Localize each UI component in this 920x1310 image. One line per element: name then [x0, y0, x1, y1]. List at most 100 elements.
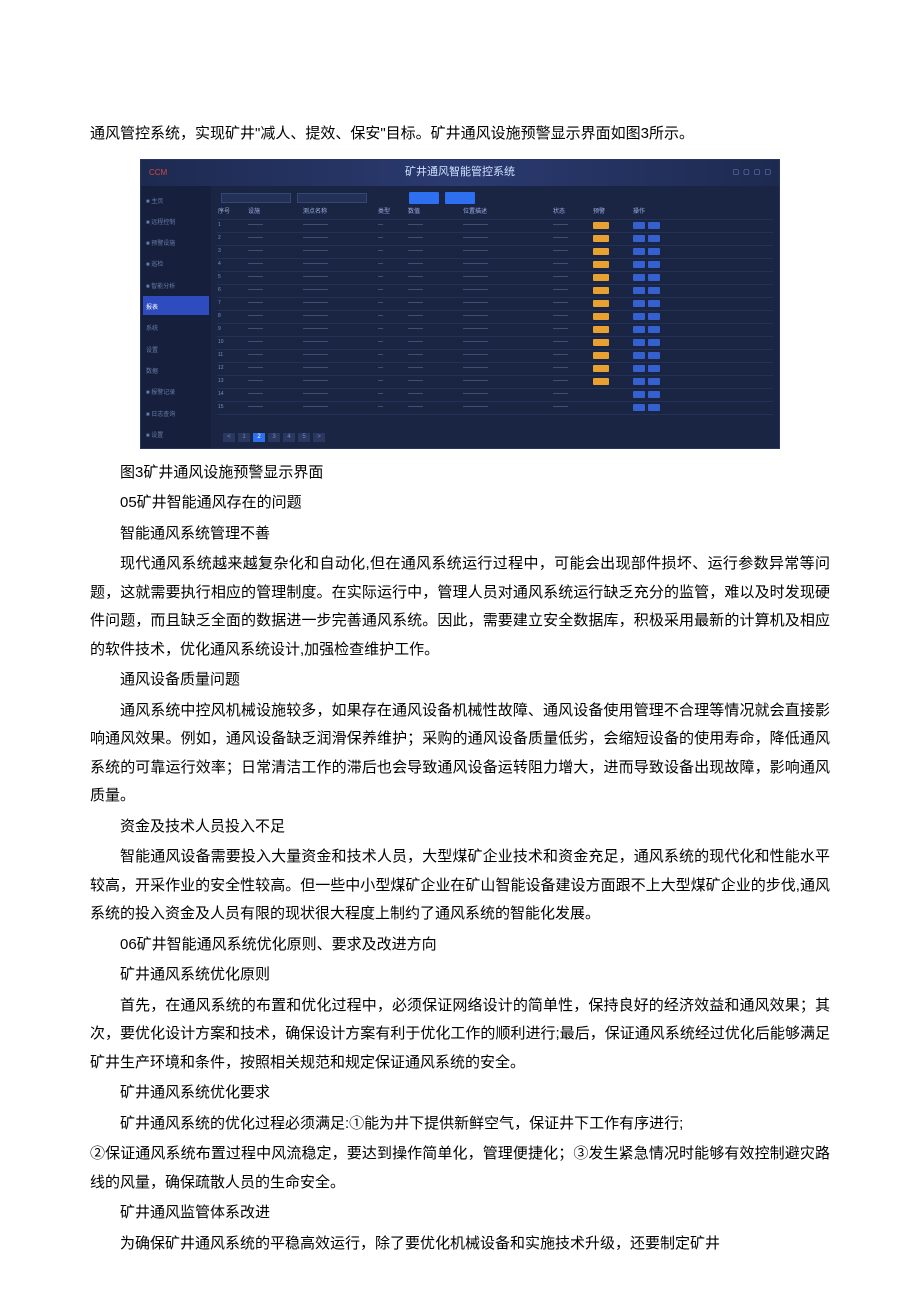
pager-page-active[interactable]: 2	[253, 433, 265, 442]
row-action-button[interactable]	[648, 339, 660, 346]
table-row[interactable]: 8————————————————————	[217, 311, 773, 324]
table-cell	[592, 300, 632, 307]
table-row[interactable]: 12————————————————————	[217, 363, 773, 376]
row-action-button[interactable]	[633, 300, 645, 307]
search-button[interactable]	[409, 192, 439, 204]
row-action-button[interactable]	[648, 352, 660, 359]
table-cell: —————	[302, 390, 377, 400]
pager-page[interactable]: 3	[268, 433, 280, 442]
sidebar-item[interactable]: 设置	[143, 339, 209, 358]
table-cell: ———	[247, 260, 302, 270]
sidebar-item[interactable]: ■ 巡检	[143, 253, 209, 272]
table-cell: ———	[407, 390, 462, 400]
tool-icon[interactable]: ▢	[743, 166, 750, 179]
row-action-button[interactable]	[633, 352, 645, 359]
subheading: 智能通风系统管理不善	[90, 520, 830, 549]
table-cell: —	[377, 247, 407, 257]
table-cell: —————	[302, 286, 377, 296]
row-action-button[interactable]	[633, 313, 645, 320]
reset-button[interactable]	[445, 192, 475, 204]
table-cell: ———	[247, 312, 302, 322]
table-row[interactable]: 10————————————————————	[217, 337, 773, 350]
row-action-button[interactable]	[633, 404, 645, 411]
row-action-button[interactable]	[648, 274, 660, 281]
table-cell: 13	[217, 377, 247, 387]
sidebar-item[interactable]: 数据	[143, 360, 209, 379]
pager-prev[interactable]: <	[223, 433, 235, 442]
pager-next[interactable]: >	[313, 433, 325, 442]
sidebar-item[interactable]: ■ 报警记录	[143, 381, 209, 400]
row-action-button[interactable]	[648, 326, 660, 333]
table-row[interactable]: 13————————————————————	[217, 376, 773, 389]
sidebar-item-active[interactable]: 报表	[143, 296, 209, 315]
warning-badge	[593, 287, 609, 294]
table-cell: ———	[407, 364, 462, 374]
table-row[interactable]: 15————————————————————	[217, 402, 773, 415]
table-row[interactable]: 1————————————————————	[217, 220, 773, 233]
row-action-button[interactable]	[648, 404, 660, 411]
tool-icon[interactable]: ▢	[733, 166, 740, 179]
table-row[interactable]: 5————————————————————	[217, 272, 773, 285]
row-action-button[interactable]	[633, 248, 645, 255]
pager-page[interactable]: 1	[238, 433, 250, 442]
table-cell	[592, 365, 632, 372]
sidebar-item[interactable]: ■ 远程控制	[143, 211, 209, 230]
warning-badge	[593, 339, 609, 346]
nav-sidebar: ■ 主页 ■ 远程控制 ■ 预警设施 ■ 巡检 ■ 智能分析 报表 系统 设置 …	[141, 186, 211, 448]
table-row[interactable]: 7————————————————————	[217, 298, 773, 311]
table-cell	[632, 378, 692, 385]
pager-page[interactable]: 4	[283, 433, 295, 442]
sidebar-item[interactable]: ■ 设置	[143, 424, 209, 443]
table-cell	[632, 404, 692, 411]
row-action-button[interactable]	[648, 365, 660, 372]
row-action-button[interactable]	[648, 391, 660, 398]
row-action-button[interactable]	[648, 378, 660, 385]
table-cell: ———	[247, 403, 302, 413]
table-cell: —	[377, 221, 407, 231]
table-cell	[592, 378, 632, 385]
row-action-button[interactable]	[648, 261, 660, 268]
sidebar-item[interactable]: 系统	[143, 317, 209, 336]
table-row[interactable]: 14————————————————————	[217, 389, 773, 402]
row-action-button[interactable]	[633, 287, 645, 294]
row-action-button[interactable]	[648, 248, 660, 255]
row-action-button[interactable]	[648, 235, 660, 242]
row-action-button[interactable]	[648, 300, 660, 307]
row-action-button[interactable]	[633, 261, 645, 268]
table-row[interactable]: 2————————————————————	[217, 233, 773, 246]
row-action-button[interactable]	[633, 326, 645, 333]
filter-input[interactable]	[221, 193, 291, 203]
sidebar-item[interactable]: ■ 主页	[143, 190, 209, 209]
table-cell: ———	[407, 377, 462, 387]
table-row[interactable]: 3————————————————————	[217, 246, 773, 259]
table-row[interactable]: 11————————————————————	[217, 350, 773, 363]
tool-icon[interactable]: ▢	[764, 166, 771, 179]
table-cell: —————	[462, 286, 552, 296]
row-action-button[interactable]	[633, 391, 645, 398]
row-action-button[interactable]	[648, 313, 660, 320]
row-action-button[interactable]	[633, 222, 645, 229]
sidebar-item[interactable]: ■ 智能分析	[143, 275, 209, 294]
table-cell: ———	[552, 299, 592, 309]
table-row[interactable]: 6————————————————————	[217, 285, 773, 298]
row-action-button[interactable]	[648, 287, 660, 294]
warning-badge	[593, 248, 609, 255]
table-cell: —————	[462, 234, 552, 244]
table-cell	[592, 339, 632, 346]
tool-icon[interactable]: ▢	[754, 166, 761, 179]
row-action-button[interactable]	[633, 339, 645, 346]
filter-input[interactable]	[297, 193, 367, 203]
table-cell: ———	[552, 221, 592, 231]
row-action-button[interactable]	[633, 235, 645, 242]
filter-bar	[217, 189, 773, 207]
row-action-button[interactable]	[633, 365, 645, 372]
sidebar-item[interactable]: ■ 日志查询	[143, 403, 209, 422]
table-row[interactable]: 9————————————————————	[217, 324, 773, 337]
sidebar-item[interactable]: ■ 预警设施	[143, 232, 209, 251]
row-action-button[interactable]	[648, 222, 660, 229]
row-action-button[interactable]	[633, 378, 645, 385]
row-action-button[interactable]	[633, 274, 645, 281]
table-row[interactable]: 4————————————————————	[217, 259, 773, 272]
pager-page[interactable]: 5	[298, 433, 310, 442]
body-paragraph: 首先，在通风系统的布置和优化过程中，必须保证网络设计的简单性，保持良好的经济效益…	[90, 992, 830, 1078]
